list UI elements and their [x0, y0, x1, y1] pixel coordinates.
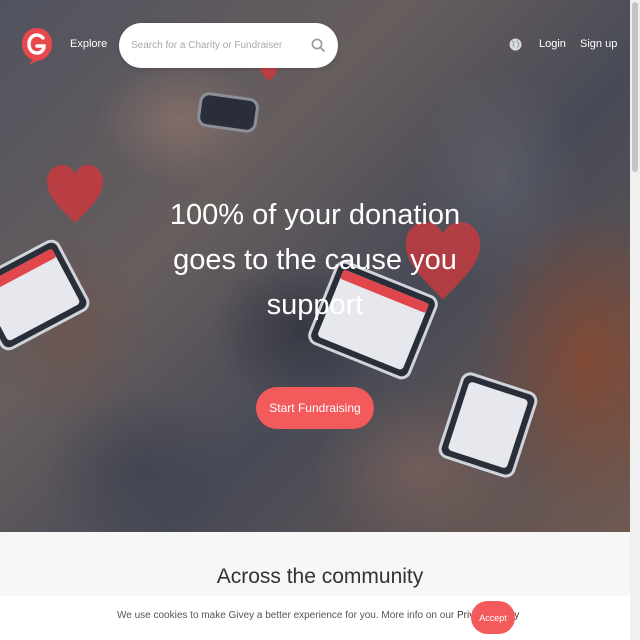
top-navbar: Explore Login Sign up — [0, 0, 640, 90]
start-fundraising-button[interactable]: Start Fundraising — [256, 387, 374, 429]
accept-cookies-button[interactable]: Accept — [471, 601, 515, 634]
nav-explore-link[interactable]: Explore — [70, 38, 107, 50]
search-bar — [119, 23, 338, 68]
search-input[interactable] — [131, 35, 301, 55]
signup-link[interactable]: Sign up — [580, 38, 617, 50]
search-icon[interactable] — [311, 38, 325, 52]
heart-icon — [47, 165, 103, 223]
phone-photo-left — [0, 236, 93, 354]
phone-photo-top — [195, 90, 261, 135]
cookie-banner: We use cookies to make Givey a better ex… — [0, 596, 640, 640]
hero-headline: 100% of your donation goes to the cause … — [169, 199, 461, 321]
cookie-message: We use cookies to make Givey a better ex… — [117, 610, 519, 621]
login-link[interactable]: Login — [539, 38, 566, 50]
givey-logo-icon[interactable] — [20, 26, 54, 66]
phone-photo-right — [436, 369, 540, 481]
globe-icon[interactable] — [509, 38, 522, 51]
cookie-text: We use cookies to make Givey a better ex… — [117, 610, 455, 621]
scrollbar-thumb[interactable] — [632, 2, 638, 172]
page-scrollbar[interactable] — [630, 0, 640, 640]
community-title: Across the community — [216, 565, 424, 588]
